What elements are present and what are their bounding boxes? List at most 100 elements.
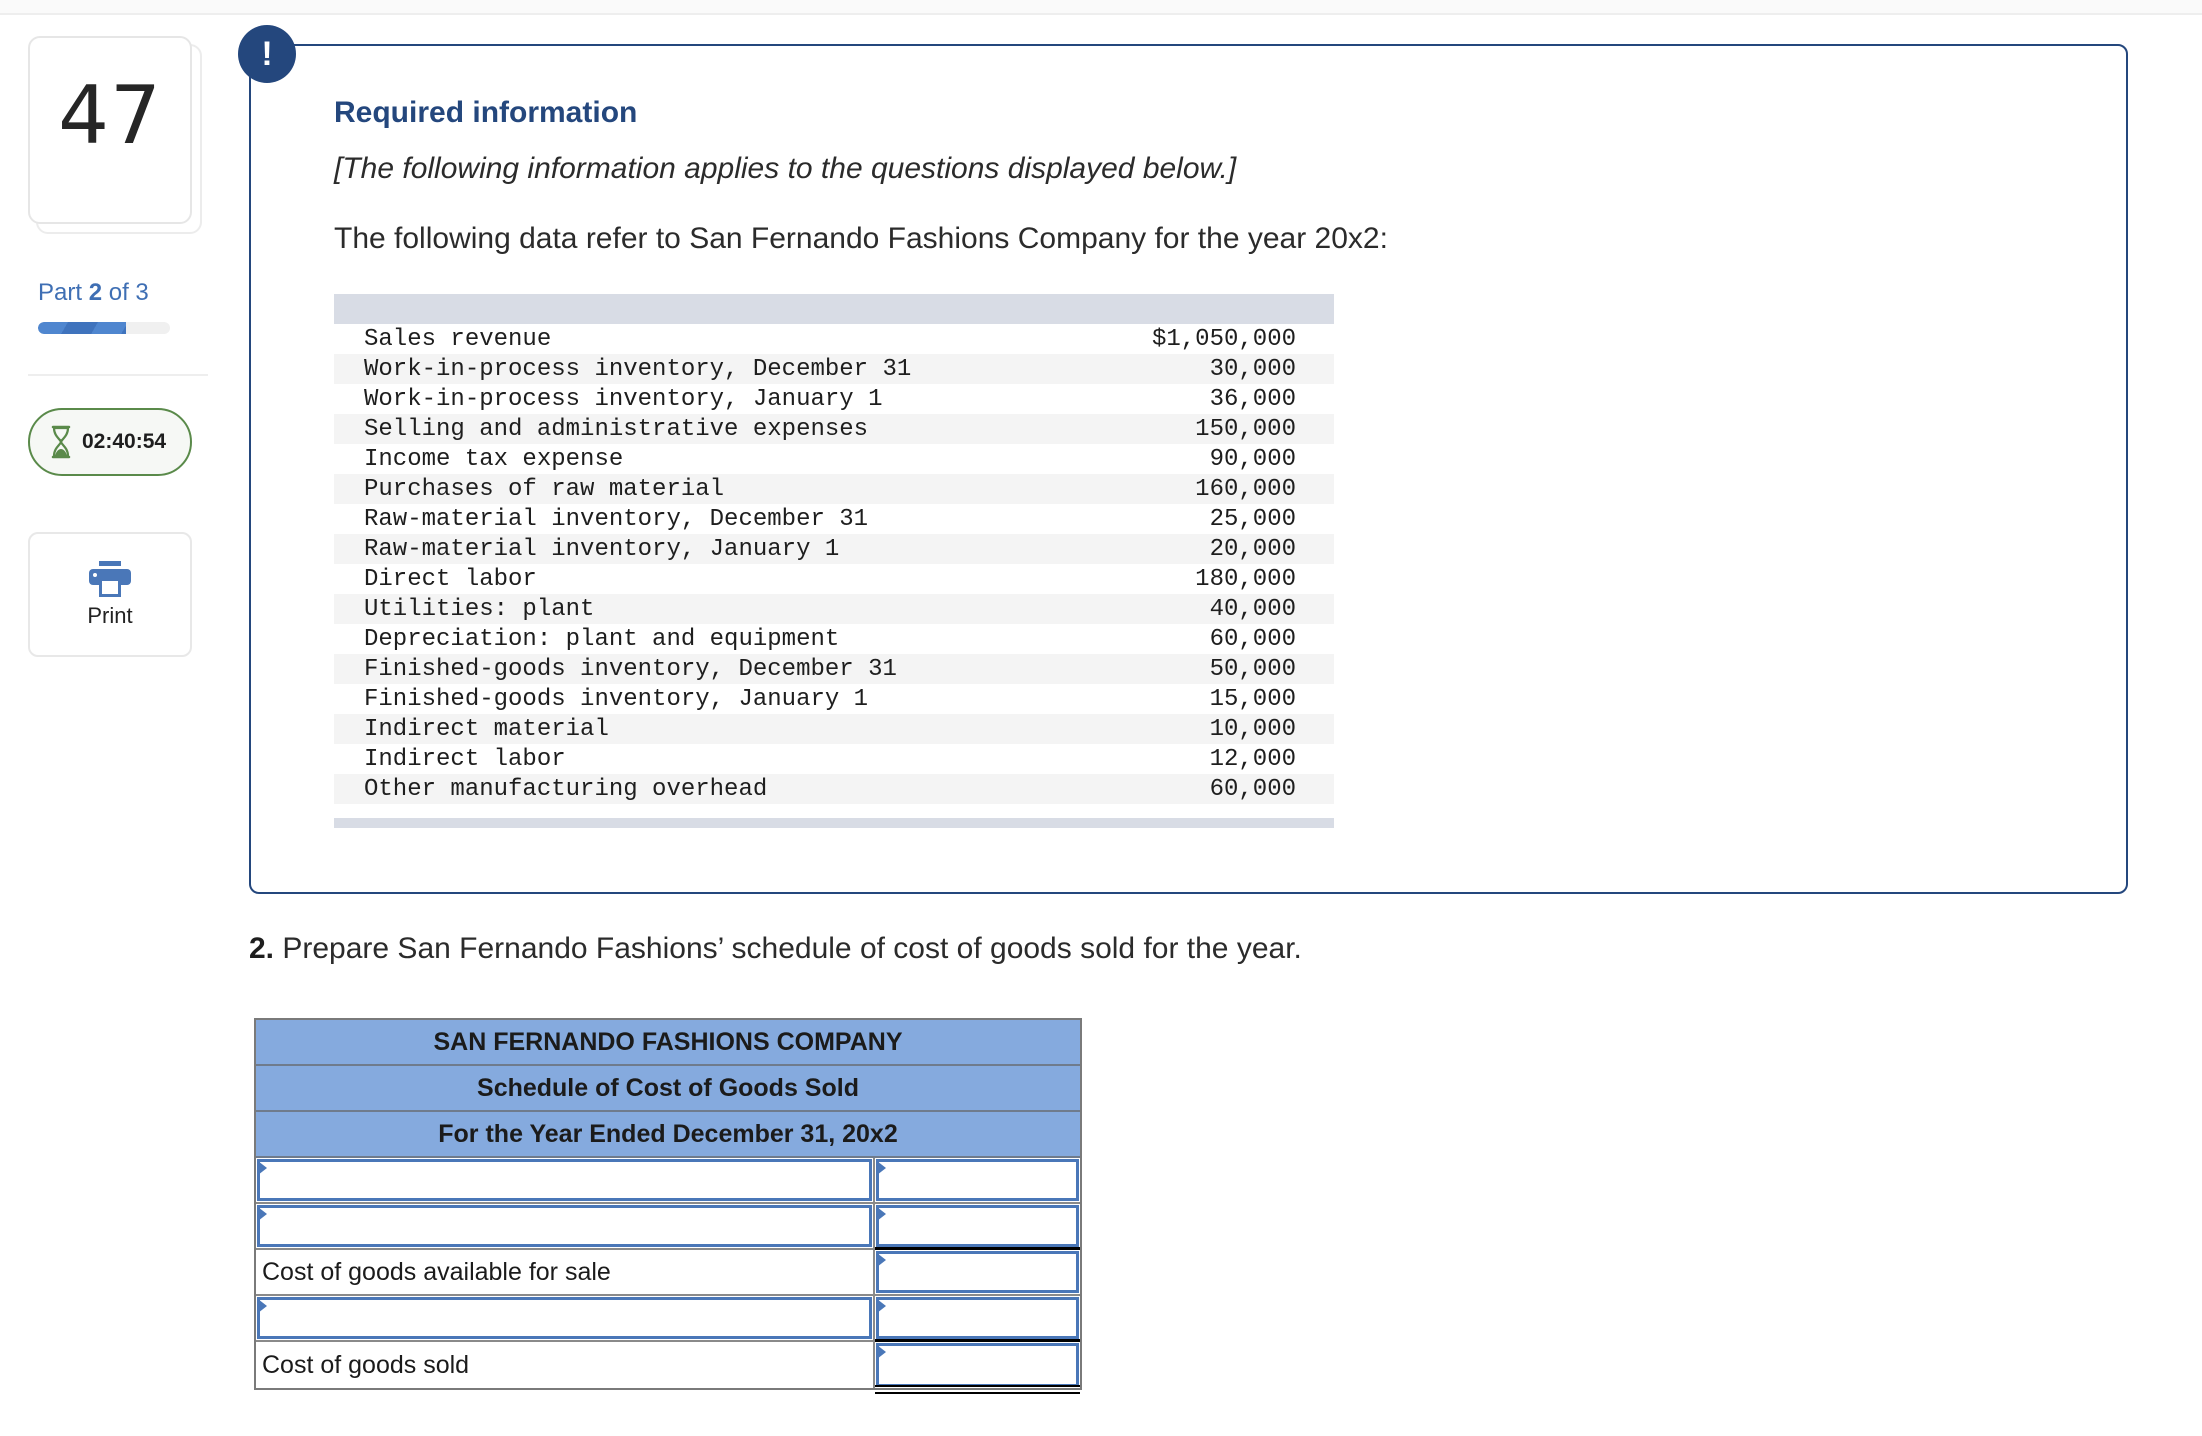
data-row-value: 40,000	[1209, 595, 1296, 623]
schedule-amount-cell[interactable]	[875, 1247, 1080, 1294]
data-table-row: Work-in-process inventory, December 31 30…	[334, 354, 1334, 384]
data-row-label: Raw-material inventory, December 31	[364, 505, 869, 533]
data-row-value: 10,000	[1209, 715, 1296, 743]
schedule-label-dropdown[interactable]	[256, 1296, 875, 1340]
dropdown-marker-icon	[258, 1161, 267, 1175]
part-current: 2	[88, 279, 103, 306]
data-row-label: Finished-goods inventory, January 1	[364, 685, 869, 713]
data-row-label: Income tax expense	[364, 445, 624, 473]
data-row-value: 60,000	[1209, 775, 1296, 803]
print-button[interactable]: Print	[28, 532, 192, 657]
data-table-row: Finished-goods inventory, December 31 50,…	[334, 654, 1334, 684]
dropdown-marker-icon	[877, 1161, 886, 1175]
data-row-label: Work-in-process inventory, January 1	[364, 385, 883, 413]
printer-icon	[89, 560, 131, 597]
data-row-label: Raw-material inventory, January 1	[364, 535, 840, 563]
data-table-row: Finished-goods inventory, January 1 15,00…	[334, 684, 1334, 714]
data-row-label: Purchases of raw material	[364, 475, 725, 503]
data-row-label: Other manufacturing overhead	[364, 775, 768, 803]
data-row-value: $1,050,000	[1151, 325, 1296, 353]
schedule-amount-input[interactable]	[876, 1251, 1079, 1293]
schedule-label-input[interactable]	[257, 1205, 872, 1247]
data-row-value: 50,000	[1209, 655, 1296, 683]
dropdown-marker-icon	[258, 1299, 267, 1313]
data-row-value: 15,000	[1209, 685, 1296, 713]
dropdown-marker-icon	[877, 1299, 886, 1313]
schedule-amount-input[interactable]	[876, 1159, 1079, 1201]
question-number-label: 2.	[249, 932, 275, 965]
schedule-label-dropdown[interactable]	[256, 1158, 875, 1202]
required-info-title: Required information	[334, 96, 638, 129]
question-number-card: 47	[28, 36, 192, 224]
cogs-schedule-table: SAN FERNANDO FASHIONS COMPANY Schedule o…	[254, 1018, 1082, 1394]
data-table-row: Depreciation: plant and equipment 60,000	[334, 624, 1334, 654]
schedule-label-text: Cost of goods available for sale	[262, 1257, 611, 1286]
schedule-amount-cell[interactable]	[875, 1296, 1080, 1340]
data-table-footer	[334, 818, 1334, 828]
data-row-label: Indirect material	[364, 715, 609, 743]
data-table-row: Raw-material inventory, January 1 20,000	[334, 534, 1334, 564]
question-text: Prepare San Fernando Fashions’ schedule …	[274, 932, 1302, 965]
schedule-header-title: Schedule of Cost of Goods Sold	[256, 1066, 1080, 1112]
required-info-note: [The following information applies to th…	[334, 152, 1237, 185]
part-progress-bar	[38, 322, 170, 334]
question-number: 47	[58, 68, 162, 162]
schedule-header-company: SAN FERNANDO FASHIONS COMPANY	[256, 1020, 1080, 1066]
part-indicator: Part 2 of 3	[38, 279, 149, 307]
data-table-row: Indirect labor 12,000	[334, 744, 1334, 774]
data-row-label: Direct labor	[364, 565, 537, 593]
data-table-row: Purchases of raw material 160,000	[334, 474, 1334, 504]
data-table-row: Work-in-process inventory, January 1 36,0…	[334, 384, 1334, 414]
schedule-amount-cell[interactable]	[875, 1204, 1080, 1248]
schedule-row	[256, 1204, 1080, 1250]
schedule-row	[256, 1296, 1080, 1342]
required-info-intro: The following data refer to San Fernando…	[334, 222, 1388, 255]
schedule-amount-input[interactable]	[876, 1205, 1079, 1247]
dropdown-marker-icon	[877, 1345, 886, 1359]
schedule-label: Cost of goods sold	[256, 1342, 875, 1388]
data-row-value: 90,000	[1209, 445, 1296, 473]
data-row-label: Utilities: plant	[364, 595, 595, 623]
data-row-value: 60,000	[1209, 625, 1296, 653]
schedule-row	[256, 1158, 1080, 1204]
dropdown-marker-icon	[258, 1207, 267, 1221]
alert-icon: !	[238, 25, 296, 83]
data-row-value: 25,000	[1209, 505, 1296, 533]
data-row-label: Depreciation: plant and equipment	[364, 625, 840, 653]
schedule-amount-input[interactable]	[876, 1297, 1079, 1339]
data-row-label: Finished-goods inventory, December 31	[364, 655, 897, 683]
timer-value: 02:40:54	[82, 430, 167, 453]
data-table-row: Income tax expense 90,000	[334, 444, 1334, 474]
part-suffix: of 3	[108, 279, 149, 306]
schedule-row: Cost of goods sold	[256, 1339, 1080, 1394]
schedule-label-input[interactable]	[257, 1297, 872, 1339]
part-progress-fill	[38, 322, 127, 334]
data-row-label: Sales revenue	[364, 325, 552, 353]
data-row-value: 20,000	[1209, 535, 1296, 563]
data-table-row: Selling and administrative expenses 150,0…	[334, 414, 1334, 444]
data-table-row: Indirect material 10,000	[334, 714, 1334, 744]
data-table-row: Raw-material inventory, December 31 25,00…	[334, 504, 1334, 534]
data-row-value: 150,000	[1195, 415, 1296, 443]
given-data-table: Sales revenue $1,050,000 Work-in-process i…	[334, 294, 1334, 828]
schedule-header-period: For the Year Ended December 31, 20x2	[256, 1112, 1080, 1158]
data-row-value: 36,000	[1209, 385, 1296, 413]
schedule-amount-input[interactable]	[876, 1343, 1079, 1387]
schedule-label-dropdown[interactable]	[256, 1204, 875, 1248]
part-prefix: Part	[38, 279, 83, 306]
rail-divider	[28, 374, 208, 376]
dropdown-marker-icon	[877, 1253, 886, 1267]
hourglass-icon	[51, 425, 71, 459]
data-row-value: 160,000	[1195, 475, 1296, 503]
data-row-label: Indirect labor	[364, 745, 566, 773]
data-row-label: Work-in-process inventory, December 31	[364, 355, 912, 383]
top-separator	[0, 0, 2202, 15]
data-table-row: Sales revenue $1,050,000	[334, 324, 1334, 354]
schedule-label-text: Cost of goods sold	[262, 1350, 470, 1379]
data-table-row: Utilities: plant 40,000	[334, 594, 1334, 624]
schedule-amount-cell[interactable]	[875, 1339, 1080, 1394]
data-row-label: Selling and administrative expenses	[364, 415, 869, 443]
schedule-label-input[interactable]	[257, 1159, 872, 1201]
schedule-amount-cell[interactable]	[875, 1158, 1080, 1202]
data-row-value: 30,000	[1209, 355, 1296, 383]
